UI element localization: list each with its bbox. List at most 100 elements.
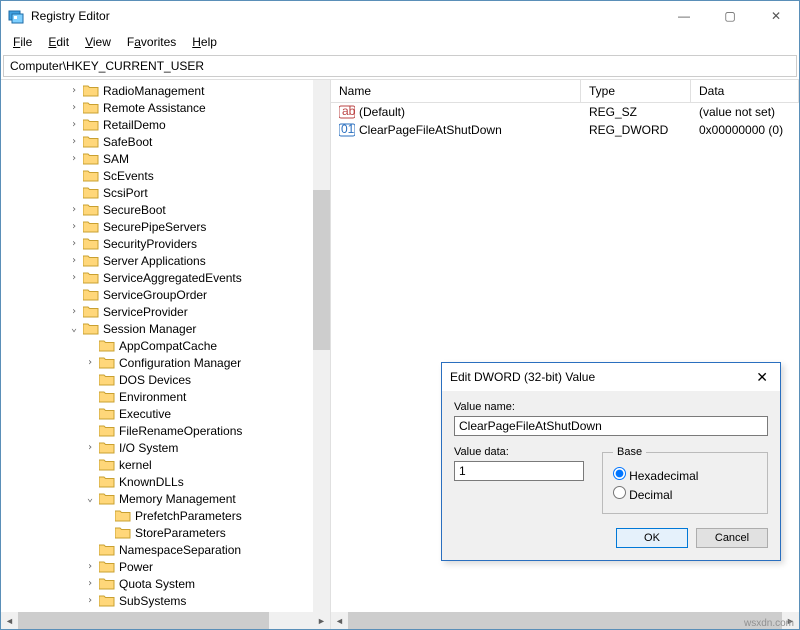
scrollbar-thumb[interactable]: [313, 190, 330, 350]
tree-item[interactable]: AppCompatCache: [3, 337, 330, 354]
tree-item-label: SubSystems: [117, 594, 188, 608]
expand-chevron-icon[interactable]: ›: [67, 272, 81, 283]
tree-item[interactable]: PrefetchParameters: [3, 507, 330, 524]
tree-item[interactable]: ›SecurePipeServers: [3, 218, 330, 235]
tree-item-label: Server Applications: [101, 254, 208, 268]
tree-item[interactable]: ›ServiceAggregatedEvents: [3, 269, 330, 286]
tree-item-label: SAM: [101, 152, 131, 166]
folder-icon: [99, 407, 115, 420]
expand-chevron-icon[interactable]: ›: [83, 442, 97, 453]
expand-chevron-icon[interactable]: ›: [67, 153, 81, 164]
tree-item[interactable]: DOS Devices: [3, 371, 330, 388]
folder-icon: [83, 152, 99, 165]
tree-item-label: AppCompatCache: [117, 339, 219, 353]
expand-chevron-icon[interactable]: ›: [83, 561, 97, 572]
tree-item[interactable]: › SAM: [3, 150, 330, 167]
tree-item[interactable]: FileRenameOperations: [3, 422, 330, 439]
expand-chevron-icon[interactable]: ›: [83, 578, 97, 589]
column-data[interactable]: Data: [691, 80, 799, 102]
tree-item-label: Quota System: [117, 577, 197, 591]
tree-item[interactable]: › Server Applications: [3, 252, 330, 269]
base-fieldset: Base Hexadecimal Decimal: [602, 446, 768, 514]
tree-pane[interactable]: ›RadioManagement›Remote Assistance›Retai…: [1, 80, 331, 629]
menu-favorites[interactable]: Favorites: [119, 33, 184, 51]
tree-item[interactable]: ScEvents: [3, 167, 330, 184]
tree-item[interactable]: ›RadioManagement: [3, 82, 330, 99]
tree-item[interactable]: Executive: [3, 405, 330, 422]
scroll-right-button[interactable]: ►: [313, 612, 330, 629]
expand-chevron-icon[interactable]: ›: [67, 119, 81, 130]
tree-item[interactable]: › SubSystems: [3, 592, 330, 609]
tree-item[interactable]: › Remote Assistance: [3, 99, 330, 116]
value-name-input[interactable]: [454, 416, 768, 436]
tree-item-label: FileRenameOperations: [117, 424, 244, 438]
column-name[interactable]: Name: [331, 80, 581, 102]
dialog-titlebar[interactable]: Edit DWORD (32-bit) Value ✕: [442, 363, 780, 391]
tree-item[interactable]: ServiceGroupOrder: [3, 286, 330, 303]
tree-item[interactable]: ›SecurityProviders: [3, 235, 330, 252]
tree-item[interactable]: KnownDLLs: [3, 473, 330, 490]
tree-item[interactable]: ⌄Session Manager: [3, 320, 330, 337]
scroll-left-button[interactable]: ◄: [331, 612, 348, 629]
tree-item[interactable]: ›SecureBoot: [3, 201, 330, 218]
tree-item[interactable]: ›RetailDemo: [3, 116, 330, 133]
expand-chevron-icon[interactable]: ›: [67, 255, 81, 266]
expand-chevron-icon[interactable]: ⌄: [83, 493, 97, 504]
expand-chevron-icon[interactable]: ⌄: [67, 323, 81, 334]
tree-item[interactable]: ›SafeBoot: [3, 133, 330, 150]
window-minimize-button[interactable]: —: [661, 1, 707, 31]
menu-edit[interactable]: Edit: [40, 33, 77, 51]
expand-chevron-icon[interactable]: ›: [67, 102, 81, 113]
menu-help[interactable]: Help: [184, 33, 225, 51]
expand-chevron-icon[interactable]: ›: [67, 136, 81, 147]
window-close-button[interactable]: ✕: [753, 1, 799, 31]
menu-file[interactable]: File: [5, 33, 40, 51]
list-horizontal-scrollbar[interactable]: ◄ ►: [331, 612, 799, 629]
dialog-close-button[interactable]: ✕: [752, 369, 772, 386]
cancel-button[interactable]: Cancel: [696, 528, 768, 548]
tree-item[interactable]: Environment: [3, 388, 330, 405]
radio-hexadecimal-input[interactable]: [613, 467, 626, 480]
column-type[interactable]: Type: [581, 80, 691, 102]
expand-chevron-icon[interactable]: ›: [83, 357, 97, 368]
tree-item[interactable]: kernel: [3, 456, 330, 473]
scrollbar-thumb[interactable]: [18, 612, 269, 629]
expand-chevron-icon[interactable]: ›: [67, 221, 81, 232]
tree-item[interactable]: ›ServiceProvider: [3, 303, 330, 320]
window-maximize-button[interactable]: ▢: [707, 1, 753, 31]
radio-hexadecimal[interactable]: Hexadecimal: [613, 467, 757, 483]
tree-vertical-scrollbar[interactable]: [313, 80, 330, 612]
radio-decimal[interactable]: Decimal: [613, 486, 757, 502]
scrollbar-thumb[interactable]: [348, 612, 782, 629]
radio-decimal-input[interactable]: [613, 486, 626, 499]
expand-chevron-icon[interactable]: ›: [67, 238, 81, 249]
folder-icon: [83, 84, 99, 97]
list-row[interactable]: ab(Default)REG_SZ(value not set): [331, 103, 799, 121]
tree-item[interactable]: ⌄Memory Management: [3, 490, 330, 507]
address-input[interactable]: [4, 56, 796, 76]
tree-item[interactable]: ›Configuration Manager: [3, 354, 330, 371]
tree-item[interactable]: ›Power: [3, 558, 330, 575]
titlebar: Registry Editor — ▢ ✕: [1, 1, 799, 31]
tree-item[interactable]: › Quota System: [3, 575, 330, 592]
expand-chevron-icon[interactable]: ›: [83, 595, 97, 606]
folder-icon: [99, 424, 115, 437]
list-row[interactable]: 011ClearPageFileAtShutDownREG_DWORD0x000…: [331, 121, 799, 139]
scroll-left-button[interactable]: ◄: [1, 612, 18, 629]
expand-chevron-icon[interactable]: ›: [67, 306, 81, 317]
tree-item[interactable]: ScsiPort: [3, 184, 330, 201]
expand-chevron-icon[interactable]: ›: [67, 204, 81, 215]
expand-chevron-icon[interactable]: ›: [67, 85, 81, 96]
tree-horizontal-scrollbar[interactable]: ◄ ►: [1, 612, 330, 629]
folder-icon: [99, 441, 115, 454]
tree-item-label: ScEvents: [101, 169, 156, 183]
tree-item-label: Remote Assistance: [101, 101, 208, 115]
edit-dword-dialog: Edit DWORD (32-bit) Value ✕ Value name: …: [441, 362, 781, 561]
value-data-input[interactable]: [454, 461, 584, 481]
tree-item[interactable]: StoreParameters: [3, 524, 330, 541]
ok-button[interactable]: OK: [616, 528, 688, 548]
tree-item[interactable]: NamespaceSeparation: [3, 541, 330, 558]
menu-view[interactable]: View: [77, 33, 119, 51]
tree-item[interactable]: ›I/O System: [3, 439, 330, 456]
scroll-right-button[interactable]: ►: [782, 612, 799, 629]
